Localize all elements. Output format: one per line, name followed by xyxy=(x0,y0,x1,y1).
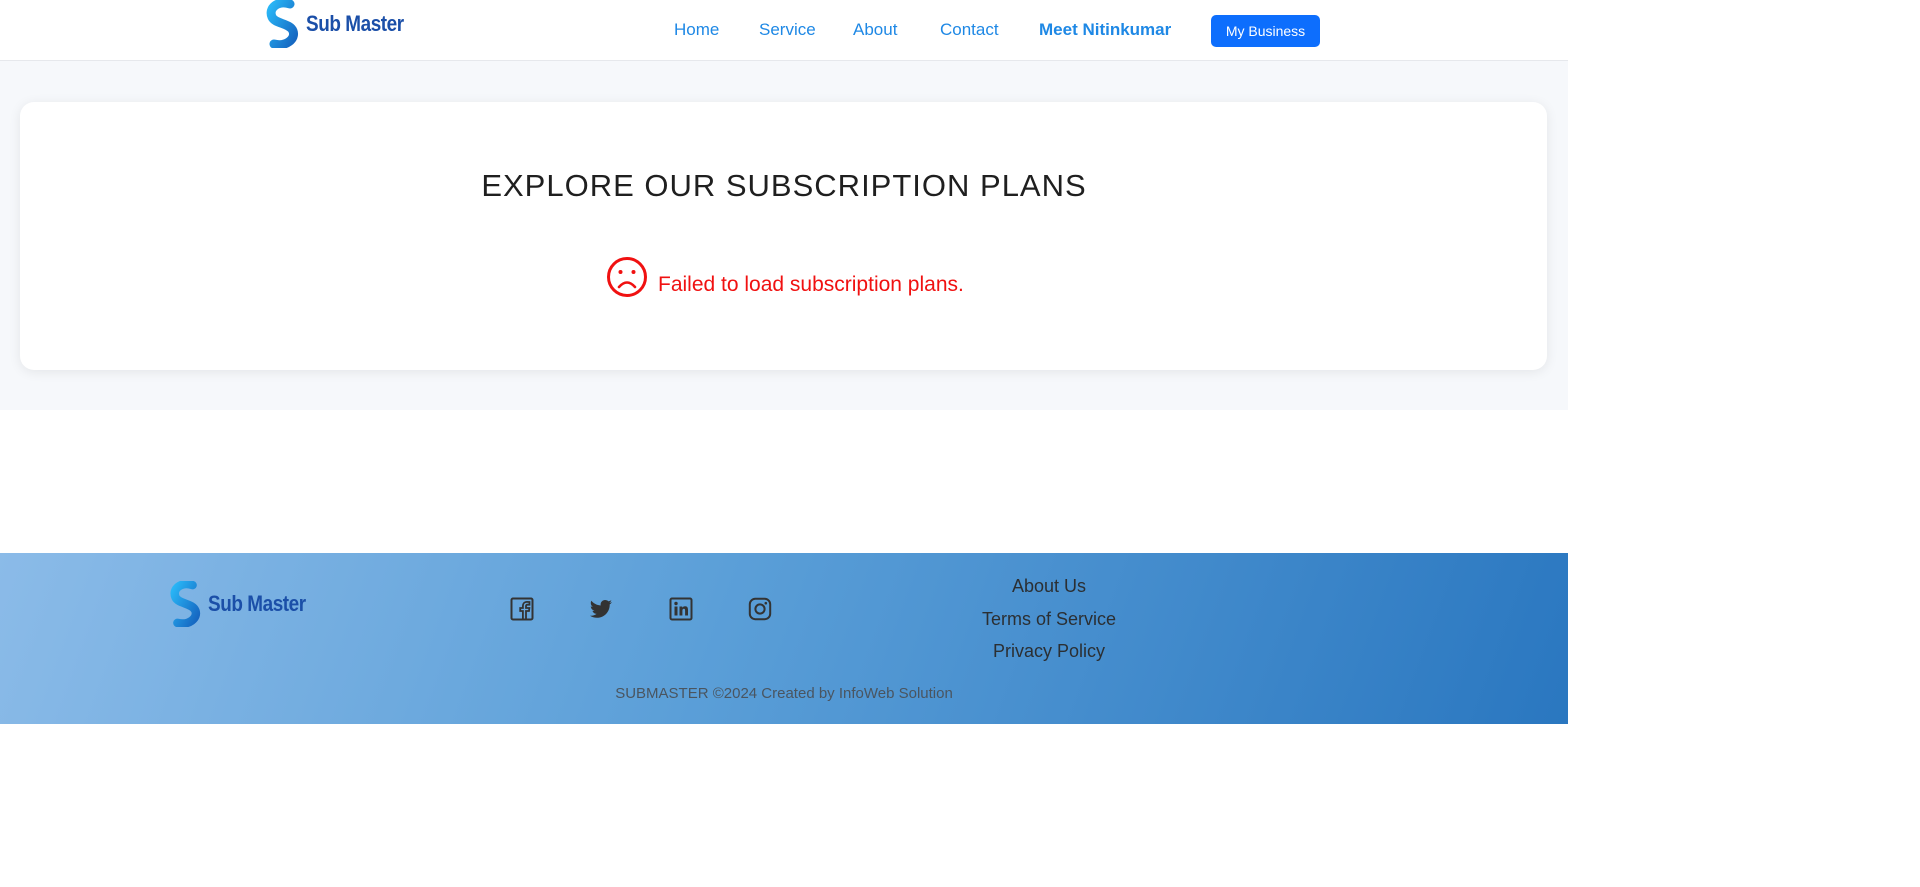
logo-icon xyxy=(266,0,298,48)
linkedin-icon[interactable] xyxy=(669,597,693,621)
page-title: EXPLORE OUR SUBSCRIPTION PLANS xyxy=(481,168,1087,203)
footer-link-privacy[interactable]: Privacy Policy xyxy=(949,641,1149,662)
error-text: Failed to load subscription plans. xyxy=(658,273,964,296)
plans-card xyxy=(20,102,1547,370)
copyright-text: SUBMASTER ©2024 Created by InfoWeb Solut… xyxy=(615,685,953,702)
nav-meet-nitinkumar[interactable]: Meet Nitinkumar xyxy=(1039,20,1171,40)
site-footer: Sub Master About Us Terms of Service Pri… xyxy=(0,553,1568,724)
nav-contact[interactable]: Contact xyxy=(940,20,999,40)
facebook-icon[interactable] xyxy=(510,597,534,621)
sad-face-icon xyxy=(607,257,647,297)
footer-link-terms[interactable]: Terms of Service xyxy=(949,609,1149,630)
twitter-icon[interactable] xyxy=(589,597,613,621)
nav-service[interactable]: Service xyxy=(759,20,816,40)
site-header: Sub Master Home Service About Contact Me… xyxy=(0,0,1568,61)
footer-link-about-us[interactable]: About Us xyxy=(949,576,1149,597)
nav-home[interactable]: Home xyxy=(674,20,719,40)
error-message: Failed to load subscription plans. xyxy=(606,256,964,298)
instagram-icon[interactable] xyxy=(748,597,772,621)
logo-icon xyxy=(170,581,201,627)
header-logo[interactable]: Sub Master xyxy=(264,0,420,48)
nav-about[interactable]: About xyxy=(853,20,897,40)
footer-logo[interactable]: Sub Master xyxy=(168,581,322,627)
brand-name: Sub Master xyxy=(306,11,404,36)
footer-brand-name: Sub Master xyxy=(208,591,306,616)
my-business-button[interactable]: My Business xyxy=(1211,15,1320,47)
